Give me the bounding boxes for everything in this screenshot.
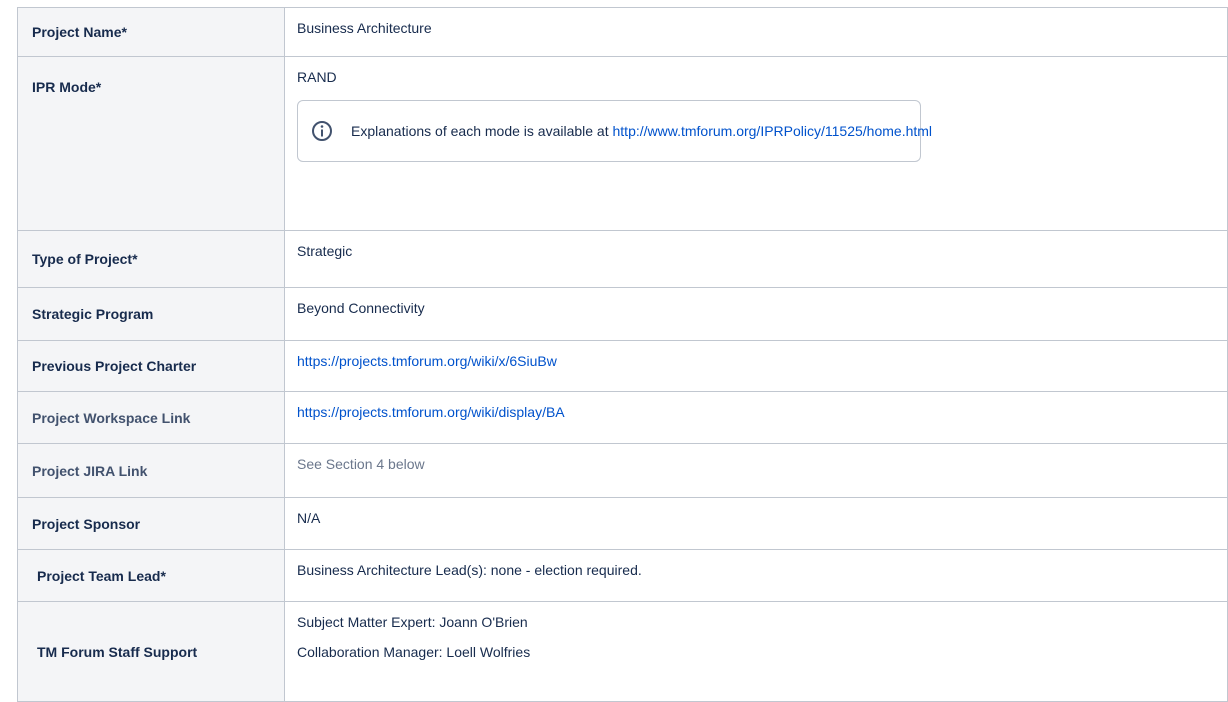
table-row: Strategic Program Beyond Connectivity	[17, 287, 1228, 341]
row-value-cell: Beyond Connectivity	[284, 287, 1228, 341]
ipr-mode-value: RAND	[297, 69, 337, 85]
info-panel-text: Explanations of each mode is available a…	[351, 121, 932, 141]
row-label-cell: Previous Project Charter	[17, 340, 285, 392]
staff-support-manager: Collaboration Manager: Loell Wolfries	[297, 644, 531, 660]
row-label-cell: TM Forum Staff Support	[17, 601, 285, 702]
row-value-cell: Subject Matter Expert: Joann O'Brien Col…	[284, 601, 1228, 702]
row-value-cell: https://projects.tmforum.org/wiki/displa…	[284, 391, 1228, 444]
row-label-cell: Strategic Program	[17, 287, 285, 341]
row-value-cell: Business Architecture	[284, 7, 1228, 57]
team-lead-value: Business Architecture Lead(s): none - el…	[297, 562, 642, 578]
row-label-cell: Project Name*	[17, 7, 285, 57]
row-label-cell: Project Team Lead*	[17, 549, 285, 602]
row-label-cell: Project Sponsor	[17, 497, 285, 550]
row-value-cell: See Section 4 below	[284, 443, 1228, 498]
table-row: Previous Project Charter https://project…	[17, 340, 1228, 392]
staff-support-expert: Subject Matter Expert: Joann O'Brien	[297, 614, 528, 630]
sponsor-label: Project Sponsor	[32, 515, 141, 532]
info-text: Explanations of each mode is available a…	[351, 123, 613, 139]
strategic-program-label: Strategic Program	[32, 306, 154, 322]
table-row: Project Name* Business Architecture	[17, 7, 1228, 57]
project-charter-table: Project Name* Business Architecture IPR …	[17, 7, 1228, 702]
info-panel: Explanations of each mode is available a…	[297, 100, 932, 162]
ipr-mode-label: IPR Mode*	[32, 79, 102, 95]
table-row: IPR Mode* RAND Explanations of each mode…	[17, 56, 1228, 231]
table-row: Project Sponsor N/A	[17, 497, 1228, 550]
info-circle-icon	[312, 121, 332, 141]
row-value-cell: N/A	[284, 497, 1228, 550]
project-name-label: Project Name*	[32, 24, 127, 40]
row-label-cell: Project Workspace Link	[17, 391, 285, 444]
table-row: Project JIRA Link See Section 4 below	[17, 443, 1228, 498]
jira-link-label: Project JIRA Link	[32, 462, 148, 479]
row-label-cell: IPR Mode*	[17, 56, 285, 231]
row-value-cell: RAND Explanations of each mode is availa…	[284, 56, 1228, 231]
table-row: Project Workspace Link https://projects.…	[17, 391, 1228, 444]
row-label-cell: Type of Project*	[17, 230, 285, 288]
row-value-cell: Strategic	[284, 230, 1228, 288]
row-value-cell: Business Architecture Lead(s): none - el…	[284, 549, 1228, 602]
strategic-program-value: Beyond Connectivity	[297, 300, 425, 316]
team-lead-label: Project Team Lead*	[37, 567, 166, 584]
table-row: Type of Project* Strategic	[17, 230, 1228, 288]
previous-charter-link[interactable]: https://projects.tmforum.org/wiki/x/6Siu…	[297, 353, 557, 369]
ipr-policy-link[interactable]: http://www.tmforum.org/IPRPolicy/11525/h…	[613, 123, 933, 139]
workspace-link[interactable]: https://projects.tmforum.org/wiki/displa…	[297, 404, 565, 420]
table-row: Project Team Lead* Business Architecture…	[17, 549, 1228, 602]
staff-support-label: TM Forum Staff Support	[37, 643, 198, 660]
workspace-link-label: Project Workspace Link	[32, 409, 191, 426]
jira-link-value: See Section 4 below	[297, 456, 425, 472]
row-value-cell: https://projects.tmforum.org/wiki/x/6Siu…	[284, 340, 1228, 392]
type-of-project-value: Strategic	[297, 243, 353, 259]
previous-charter-label: Previous Project Charter	[32, 358, 197, 374]
project-name-value: Business Architecture	[297, 20, 432, 36]
sponsor-value: N/A	[297, 510, 321, 526]
table-row: TM Forum Staff Support Subject Matter Ex…	[17, 601, 1228, 702]
row-label-cell: Project JIRA Link	[17, 443, 285, 498]
type-of-project-label: Type of Project*	[32, 251, 138, 267]
